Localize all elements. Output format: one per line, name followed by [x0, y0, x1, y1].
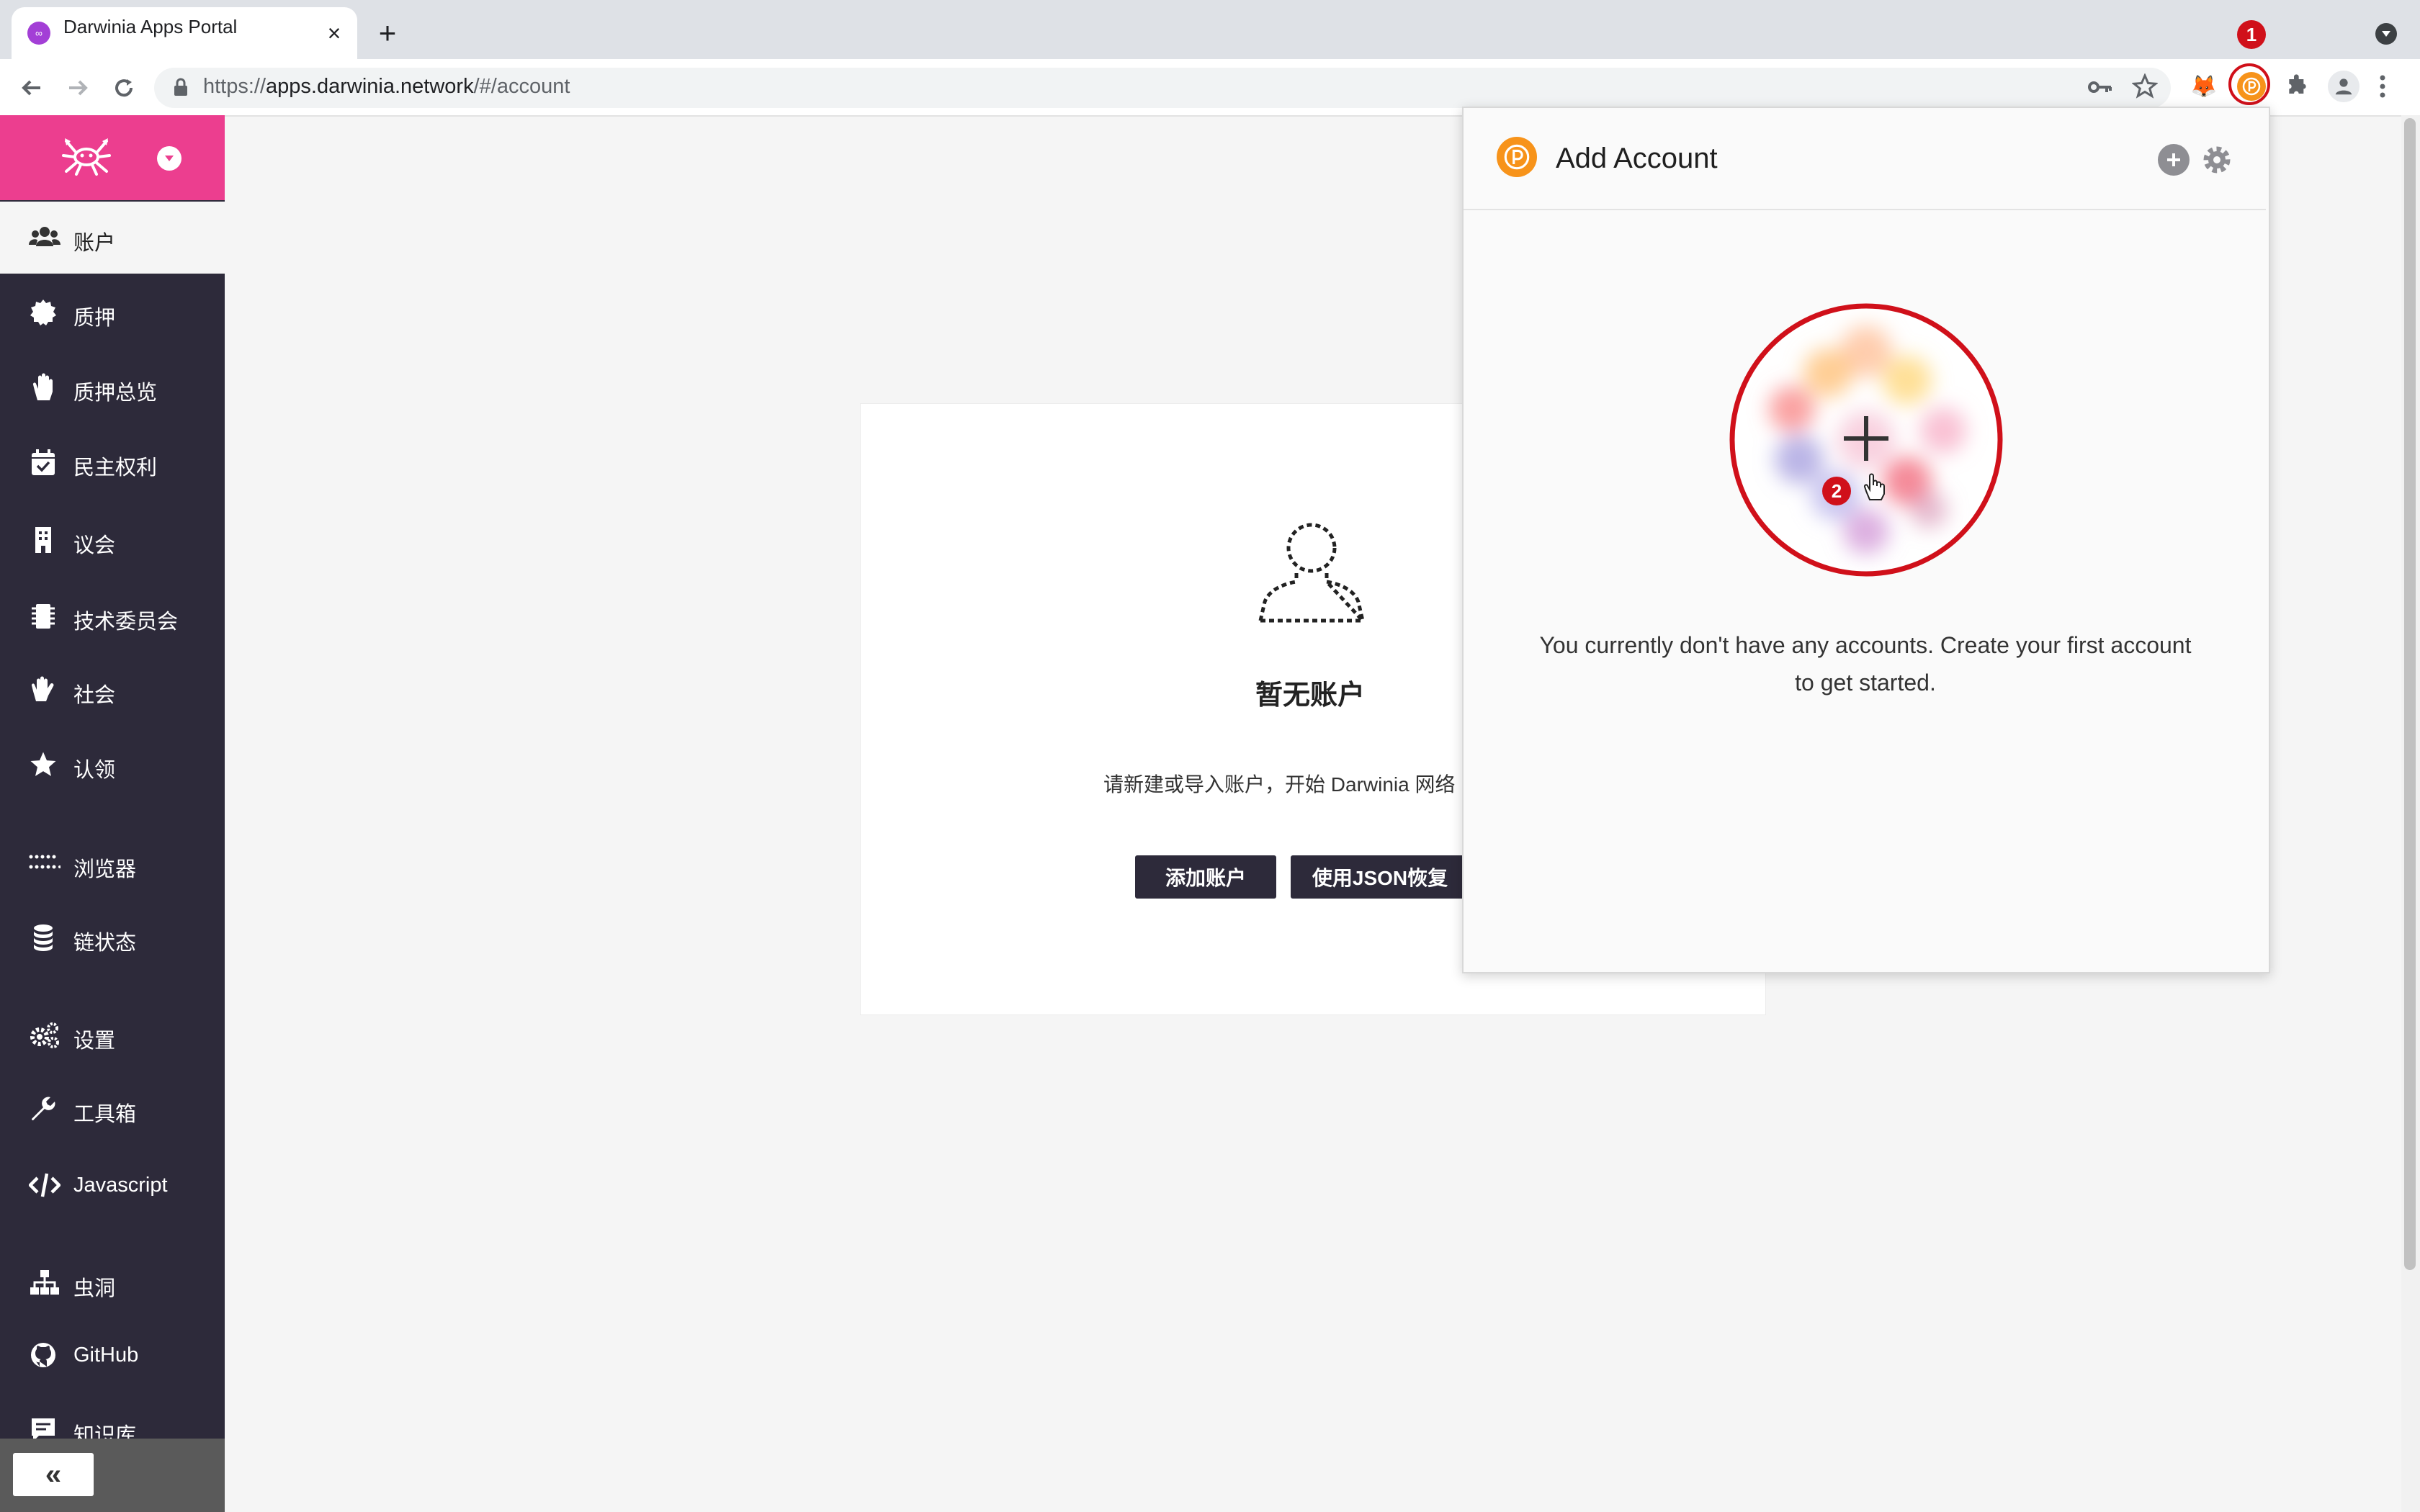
annotation-step-1-badge: 1: [2237, 20, 2266, 49]
sidebar-item-label: 浏览器: [73, 858, 137, 881]
sidebar-item-staking[interactable]: 质押: [0, 276, 225, 348]
url-text[interactable]: https://apps.darwinia.network/#/account: [203, 75, 570, 99]
url-host: apps.darwinia.network: [266, 75, 474, 98]
sidebar-item-label: 账户: [73, 232, 116, 255]
building-icon: [29, 526, 58, 554]
no-accounts-message: You currently don't have any accounts. C…: [1539, 632, 2192, 696]
sidebar-item-council[interactable]: 议会: [0, 504, 225, 576]
code-icon: [29, 1171, 60, 1200]
sidebar-item-label: 质押: [73, 307, 116, 330]
sidebar-item-tech-committee[interactable]: 技术委员会: [0, 580, 225, 652]
darwinia-crab-logo[interactable]: [60, 134, 112, 177]
sidebar-item-label: 虫洞: [73, 1277, 116, 1300]
database-icon: [29, 923, 58, 952]
sidebar-item-label: GitHub: [73, 1344, 139, 1367]
profile-avatar-icon[interactable]: [2328, 71, 2360, 102]
url-scheme: https://: [203, 75, 266, 98]
popup-title: Add Account: [1556, 143, 1718, 174]
tab-close-icon[interactable]: ×: [321, 20, 347, 46]
url-path: /#/account: [473, 75, 570, 98]
lock-icon[interactable]: [173, 77, 189, 97]
extension-highlight-ring-icon: [2228, 63, 2270, 105]
sidebar-item-explorer[interactable]: 浏览器: [0, 828, 225, 900]
sidebar-item-label: 认领: [73, 759, 116, 782]
create-account-identicon-button[interactable]: [1727, 301, 2005, 579]
darwinia-favicon-icon: ∞: [27, 22, 50, 45]
sidebar-item-society[interactable]: 社会: [0, 654, 225, 726]
sidebar-item-label: 链状态: [73, 932, 137, 955]
star-icon: [29, 750, 58, 779]
restore-json-button[interactable]: 使用JSON恢复: [1291, 855, 1469, 899]
hand-icon: [29, 373, 58, 402]
network-dropdown-icon[interactable]: [157, 146, 182, 171]
sidebar-item-chain-state[interactable]: 链状态: [0, 901, 225, 973]
empty-title: 暂无账户: [1255, 680, 1365, 711]
browser-menu-icon[interactable]: [2378, 73, 2387, 99]
tab-title: Darwinia Apps Portal: [63, 16, 238, 37]
sidebar-item-claims[interactable]: 认领: [0, 729, 225, 801]
bookmark-star-icon[interactable]: [2132, 73, 2158, 99]
puzzle-extensions-icon[interactable]: [2283, 72, 2312, 101]
empty-user-icon: [1256, 517, 1367, 625]
hand-cursor-icon: [1863, 472, 1887, 501]
users-icon: [29, 223, 60, 252]
cogs-icon: [29, 1021, 59, 1050]
double-chevron-left-icon: «: [45, 1459, 62, 1490]
polkadot-logo-icon: [1497, 137, 1537, 177]
sitemap-icon: [29, 1269, 59, 1297]
sidebar-item-staking-overview[interactable]: 质押总览: [0, 351, 225, 423]
popup-settings-gear-icon[interactable]: [2200, 143, 2234, 177]
tab-search-icon[interactable]: [2375, 23, 2397, 45]
sidebar-item-label: 质押总览: [73, 382, 158, 405]
add-circle-icon[interactable]: [2158, 144, 2190, 176]
add-account-button[interactable]: 添加账户: [1135, 855, 1276, 899]
sidebar-header: [0, 115, 225, 200]
github-icon: [29, 1341, 58, 1369]
sidebar-item-javascript[interactable]: Javascript: [0, 1149, 225, 1221]
sidebar-item-democracy[interactable]: 民主权利: [0, 426, 225, 498]
badge-icon: [29, 298, 58, 327]
page-scrollbar-thumb[interactable]: [2404, 118, 2416, 1270]
browser-tab-strip: [0, 0, 2420, 59]
sidebar-item-label: 设置: [73, 1030, 116, 1053]
wrench-icon: [29, 1094, 58, 1123]
reload-icon[interactable]: [109, 73, 138, 102]
annotation-step-2-badge: 2: [1822, 477, 1851, 505]
microchip-icon: [29, 602, 58, 631]
sidebar-item-label: 技术委员会: [73, 611, 179, 634]
sidebar-item-github[interactable]: GitHub: [0, 1319, 225, 1391]
handshake-icon: [29, 675, 58, 704]
sidebar-item-account[interactable]: 账户: [0, 202, 225, 274]
sidebar-item-label: Javascript: [73, 1174, 168, 1197]
sidebar-item-label: 议会: [73, 534, 116, 557]
new-tab-icon[interactable]: +: [373, 16, 402, 50]
sidebar-item-wormhole[interactable]: 虫洞: [0, 1247, 225, 1319]
back-icon[interactable]: [17, 73, 46, 102]
empty-description: 请新建或导入账户，开始 Darwinia 网络: [1103, 773, 1456, 796]
forward-icon[interactable]: [63, 73, 92, 102]
sidebar-item-settings[interactable]: 设置: [0, 999, 225, 1071]
sidebar-item-label: 社会: [73, 684, 116, 707]
sidebar-item-label: 民主权利: [73, 456, 158, 480]
dots-grid-icon: [29, 850, 60, 878]
calendar-check-icon: [29, 448, 58, 477]
metamask-fox-icon[interactable]: 🦊: [2190, 72, 2218, 101]
collapse-sidebar-button[interactable]: «: [13, 1453, 94, 1496]
sidebar-item-toolbox[interactable]: 工具箱: [0, 1073, 225, 1145]
key-icon[interactable]: [2087, 76, 2113, 98]
sidebar-item-label: 工具箱: [73, 1103, 137, 1126]
